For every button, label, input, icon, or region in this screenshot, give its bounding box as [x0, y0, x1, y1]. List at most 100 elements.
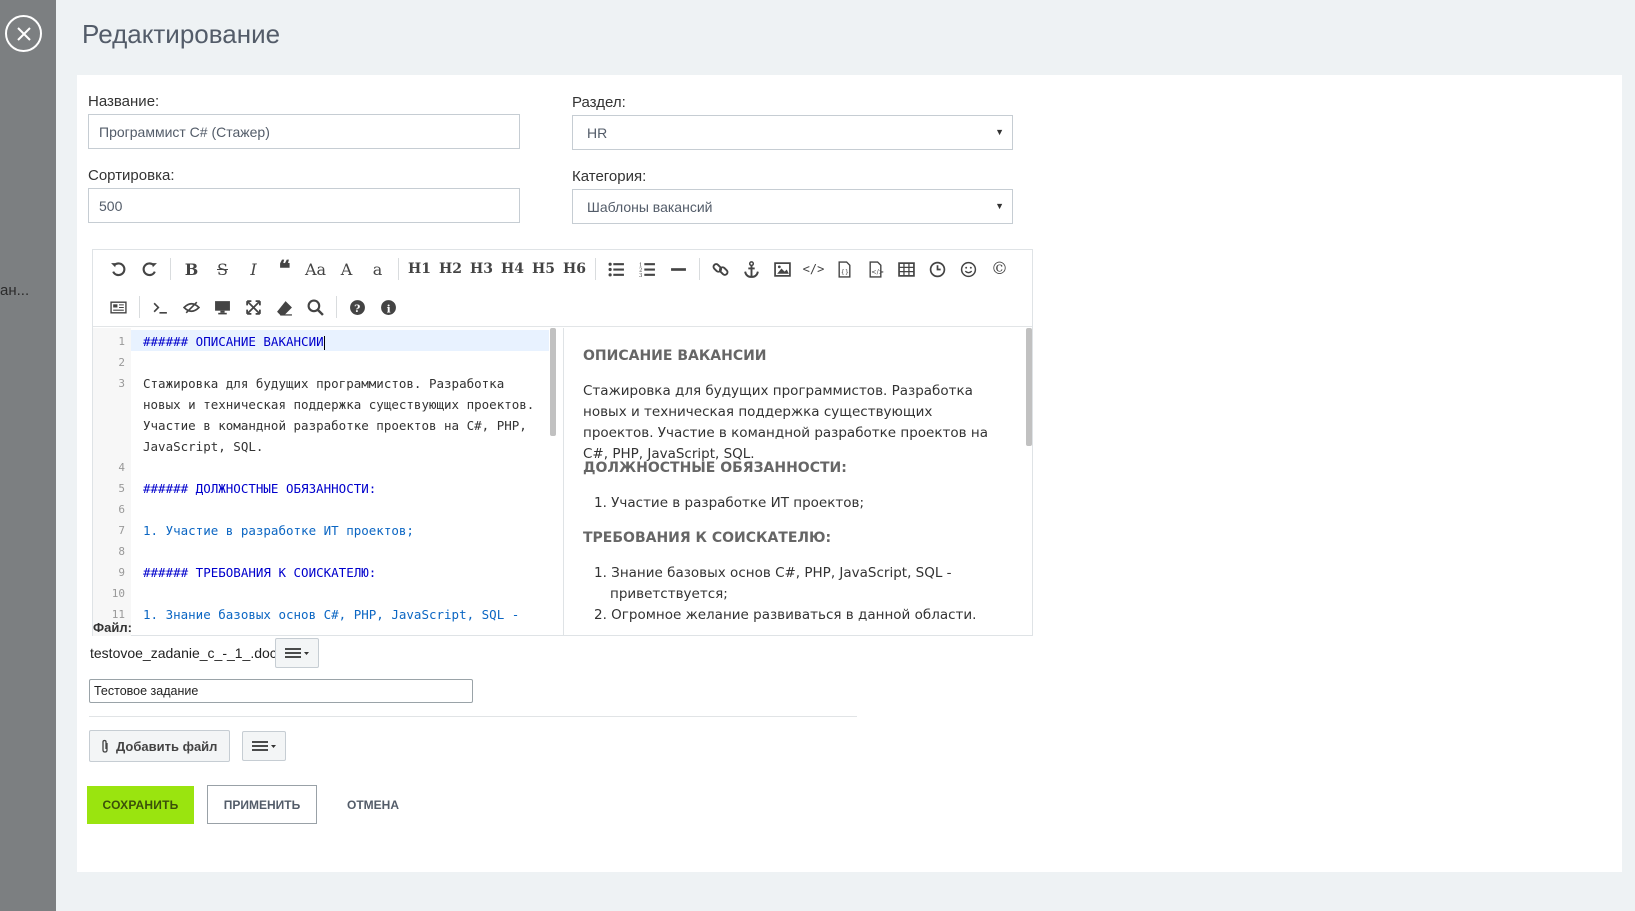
uppercase-button[interactable]: A: [331, 254, 362, 284]
terminal-icon: [153, 302, 167, 314]
backdrop-text: ан...: [0, 282, 30, 299]
code-file-button[interactable]: </>: [860, 254, 891, 284]
sort-input[interactable]: 500: [88, 188, 520, 223]
text-cursor: [323, 335, 325, 350]
cancel-button[interactable]: ОТМЕНА: [337, 785, 409, 824]
toolbar-row-2: ? i: [93, 288, 404, 326]
clear-button[interactable]: [269, 292, 300, 322]
page-backdrop: ан...: [0, 0, 56, 911]
emoji-button[interactable]: [953, 254, 984, 284]
section-select[interactable]: HR ▼: [572, 115, 1013, 150]
h2-button[interactable]: H2: [435, 254, 466, 284]
unordered-list-button[interactable]: [601, 254, 632, 284]
code-line-text: ###### ДОЛЖНОСТНЫЕ ОБЯЗАННОСТИ:: [143, 481, 377, 496]
preview-list-item-continued: приветствуется;: [610, 586, 728, 602]
redo-button[interactable]: [134, 254, 165, 284]
fullscreen-button[interactable]: [238, 292, 269, 322]
strikethrough-button[interactable]: S: [207, 254, 238, 284]
h5-button[interactable]: H5: [528, 254, 559, 284]
paperclip-icon: [102, 739, 108, 753]
info-button[interactable]: i: [373, 292, 404, 322]
name-input[interactable]: Программист С# (Стажер): [88, 114, 520, 149]
add-file-menu-button[interactable]: [242, 731, 286, 761]
add-file-label: Добавить файл: [116, 738, 218, 754]
svg-text:</>: </>: [871, 267, 884, 275]
page-title: Редактирование: [82, 19, 281, 49]
preview-list-item: 1. Знание базовых основ C#, PHP, JavaScr…: [594, 565, 952, 581]
emoji-icon: [960, 261, 977, 277]
case-button[interactable]: Aa: [300, 254, 331, 284]
category-select[interactable]: Шаблоны вакансий ▼: [572, 189, 1013, 224]
close-button[interactable]: [5, 15, 42, 52]
file-menu-button[interactable]: [275, 638, 319, 668]
code-line-text: Участие в командной разработке проектов …: [143, 418, 527, 433]
code-pane[interactable]: 1 2 3 4 5 6 7 8 9 10 11 ###### ОПИСАНИЕ ВАКАНСИИ Ста…: [93, 328, 564, 636]
lowercase-button[interactable]: a: [362, 254, 393, 284]
name-label: Название:: [88, 93, 160, 110]
image-button[interactable]: [767, 254, 798, 284]
menu-icon: [252, 741, 276, 751]
file-description-input[interactable]: Тестовое задание: [89, 679, 473, 703]
redo-icon: [142, 261, 157, 276]
table-button[interactable]: [891, 254, 922, 284]
quote-icon: ❝: [278, 256, 291, 282]
italic-button[interactable]: I: [238, 254, 269, 284]
code-line: ###### ДОЛЖНОСТНЫЕ ОБЯЗАННОСТИ:: [143, 478, 376, 499]
datetime-button[interactable]: [922, 254, 953, 284]
preview-scrollbar[interactable]: [1026, 328, 1032, 446]
quote-button[interactable]: ❝: [269, 254, 300, 284]
line-number: 3: [118, 377, 125, 390]
file-name-link[interactable]: testovoe_zadanie_c_-_1_.doc: [90, 645, 277, 661]
code-line-text: 1. Знание базовых основ C#, PHP, JavaScr…: [143, 607, 520, 622]
preview-heading: ТРЕБОВАНИЯ К СОИСКАТЕЛЮ:: [583, 530, 832, 546]
apply-button[interactable]: ПРИМЕНИТЬ: [207, 785, 317, 824]
search-icon: [307, 299, 324, 316]
line-number: 9: [118, 566, 125, 579]
h1-button[interactable]: H1: [404, 254, 435, 284]
code-button[interactable]: </>: [798, 254, 829, 284]
chevron-down-icon: ▼: [995, 201, 1004, 211]
ordered-list-button[interactable]: 123: [632, 254, 663, 284]
copyright-button[interactable]: ©: [984, 254, 1015, 284]
h4-button[interactable]: H4: [497, 254, 528, 284]
code-line-text: 1. Участие в разработке ИТ проектов;: [143, 523, 414, 538]
svg-text:3: 3: [639, 272, 642, 277]
code-scrollbar[interactable]: [550, 328, 556, 436]
h6-button[interactable]: H6: [559, 254, 590, 284]
ordered-list-icon: 123: [639, 262, 655, 278]
edit-panel: Редактирование Название: Программист С# …: [56, 0, 1635, 911]
code-block-button[interactable]: {}: [829, 254, 860, 284]
desktop-button[interactable]: [207, 292, 238, 322]
link-button[interactable]: [705, 254, 736, 284]
code-line-text: ###### ОПИСАНИЕ ВАКАНСИИ: [143, 334, 324, 349]
h3-button[interactable]: H3: [466, 254, 497, 284]
terminal-button[interactable]: [145, 292, 176, 322]
hide-preview-button[interactable]: [176, 292, 207, 322]
line-number: 10: [111, 587, 125, 600]
svg-text:i: i: [387, 302, 391, 315]
add-file-button[interactable]: Добавить файл: [89, 730, 230, 762]
help-icon: ?: [350, 299, 365, 315]
save-button[interactable]: СОХРАНИТЬ: [87, 786, 194, 824]
help-button[interactable]: ?: [342, 292, 373, 322]
code-line-text: новых и техническая поддержка существующ…: [143, 397, 535, 412]
preview-heading: ДОЛЖНОСТНЫЕ ОБЯЗАННОСТИ:: [583, 460, 847, 476]
divider: [89, 716, 857, 717]
anchor-button[interactable]: [736, 254, 767, 284]
code-line-text: ###### ТРЕБОВАНИЯ К СОИСКАТЕЛЮ:: [143, 565, 377, 580]
horizontal-rule-button[interactable]: [663, 254, 694, 284]
undo-button[interactable]: [103, 254, 134, 284]
fullscreen-icon: [246, 299, 261, 315]
search-button[interactable]: [300, 292, 331, 322]
preview-page-button[interactable]: [103, 292, 134, 322]
code-line-text: Стажировка для будущих программистов. Ра…: [143, 376, 505, 391]
anchor-icon: [744, 260, 759, 278]
category-label: Категория:: [572, 168, 647, 185]
toolbar-row-1: B S I ❝ Aa A a H1 H2 H3 H4 H5 H6 123 </>…: [93, 250, 1015, 288]
sort-label: Сортировка:: [88, 167, 175, 184]
line-number: 6: [118, 503, 125, 516]
menu-icon: [285, 648, 309, 658]
editor-toolbar: B S I ❝ Aa A a H1 H2 H3 H4 H5 H6 123 </>…: [93, 250, 1032, 327]
bold-button[interactable]: B: [176, 254, 207, 284]
code-line: Стажировка для будущих программистов. Ра…: [143, 373, 504, 394]
